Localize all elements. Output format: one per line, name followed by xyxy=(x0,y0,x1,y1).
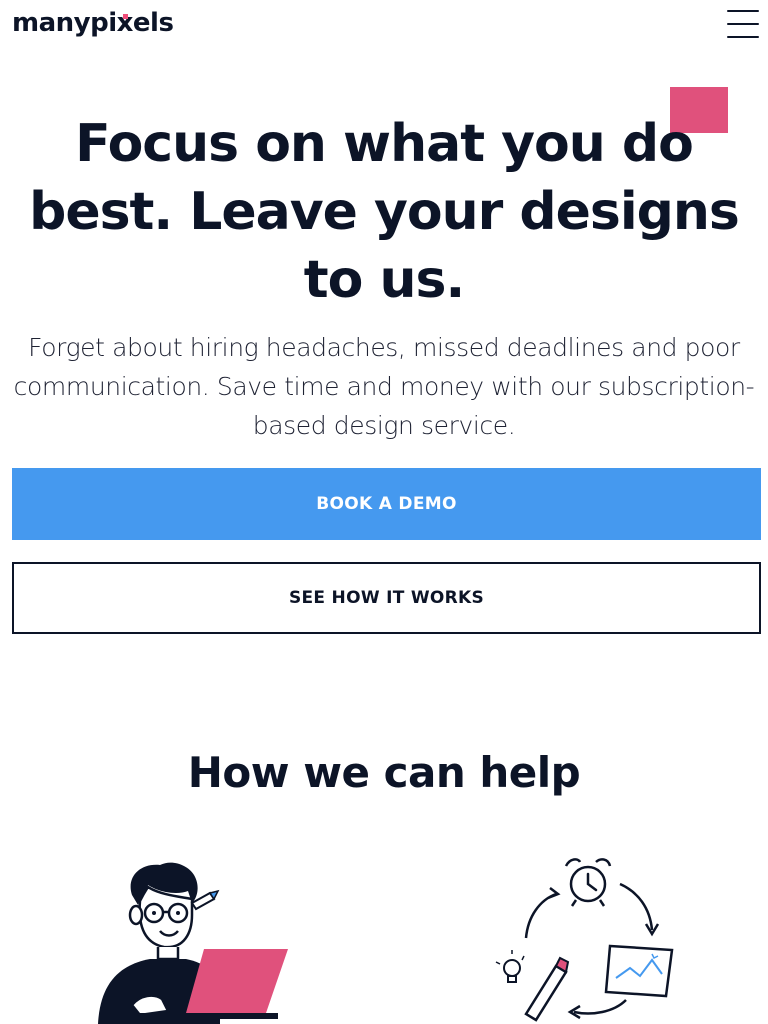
section-title-how-we-can-help: How we can help xyxy=(187,748,581,797)
page: manypixels Focus on what you do best. Le… xyxy=(0,0,768,1024)
hamburger-menu-icon[interactable] xyxy=(727,10,759,38)
hero-subtitle: Forget about hiring headaches, missed de… xyxy=(13,333,755,440)
hero-title: Focus on what you do best. Leave your de… xyxy=(29,114,740,310)
design-cycle-illustration xyxy=(495,858,674,1022)
designer-with-laptop-illustration xyxy=(98,862,288,1024)
book-demo-button[interactable]: BOOK A DEMO xyxy=(12,468,761,540)
see-how-it-works-button[interactable]: SEE HOW IT WORKS xyxy=(12,562,761,634)
logo-x: x xyxy=(116,8,134,38)
logo[interactable]: manypixels xyxy=(12,5,174,41)
